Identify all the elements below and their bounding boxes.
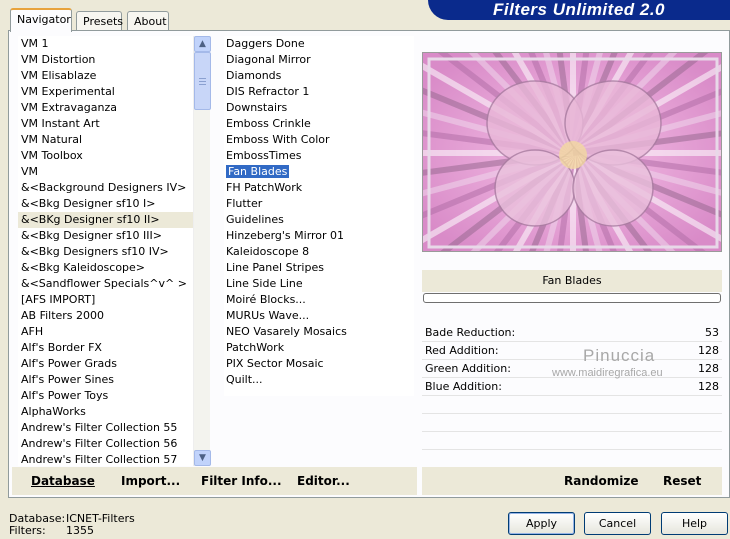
import-button[interactable]: Import... xyxy=(121,474,180,488)
category-item[interactable]: &<Bkg Designer sf10 III> xyxy=(18,228,193,244)
filter-item[interactable]: Quilt... xyxy=(224,372,414,388)
category-item[interactable]: Andrew's Filter Collection 55 xyxy=(18,420,193,436)
category-scrollbar[interactable]: ▲ ▼ xyxy=(193,36,211,466)
param-blue-addition[interactable]: Blue Addition: 128 xyxy=(422,378,722,396)
parameter-list: Bade Reduction: 53 Red Addition: 128 Green… xyxy=(422,324,722,468)
filter-item[interactable]: Emboss Crinkle xyxy=(224,116,414,132)
apply-button[interactable]: Apply xyxy=(508,512,575,535)
filter-item[interactable]: NEO Vasarely Mosaics xyxy=(224,324,414,340)
param-bade-reduction[interactable]: Bade Reduction: 53 xyxy=(422,324,722,342)
filter-item[interactable]: DIS Refractor 1 xyxy=(224,84,414,100)
filters-count-value: 1355 xyxy=(66,524,94,537)
category-item[interactable]: Alf's Border FX xyxy=(18,340,193,356)
database-button[interactable]: Database xyxy=(31,474,95,488)
watermark-url: www.maidiregrafica.eu xyxy=(552,367,663,379)
category-item[interactable]: &<Bkg Designers sf10 IV> xyxy=(18,244,193,260)
category-item[interactable]: VM Extravaganza xyxy=(18,100,193,116)
category-item[interactable]: VM Toolbox xyxy=(18,148,193,164)
category-list[interactable]: VM 1 VM Distortion VM Elisablaze VM Experim… xyxy=(18,36,193,466)
category-item[interactable]: &<Sandflower Specials^v^ > xyxy=(18,276,193,292)
scroll-thumb[interactable] xyxy=(194,52,211,110)
category-item[interactable]: &<Bkg Kaleidoscope> xyxy=(18,260,193,276)
filter-item[interactable]: Diamonds xyxy=(224,68,414,84)
filter-item[interactable]: Flutter xyxy=(224,196,414,212)
progress-bar xyxy=(423,293,721,303)
filter-item[interactable]: Kaleidoscope 8 xyxy=(224,244,414,260)
selected-filter-title: Fan Blades xyxy=(422,270,722,292)
filter-item[interactable]: Fan Blades xyxy=(224,164,414,180)
filter-item[interactable]: Hinzeberg's Mirror 01 xyxy=(224,228,414,244)
filter-item[interactable]: Line Side Line xyxy=(224,276,414,292)
scroll-up-button[interactable]: ▲ xyxy=(194,36,211,52)
filter-item[interactable]: Line Panel Stripes xyxy=(224,260,414,276)
randomize-button[interactable]: Randomize xyxy=(564,474,638,488)
category-item[interactable]: Alf's Power Sines xyxy=(18,372,193,388)
filter-item[interactable]: PatchWork xyxy=(224,340,414,356)
filter-item[interactable]: PIX Sector Mosaic xyxy=(224,356,414,372)
category-item[interactable]: VM 1 xyxy=(18,36,193,52)
filter-item[interactable]: Emboss With Color xyxy=(224,132,414,148)
category-item[interactable]: [AFS IMPORT] xyxy=(18,292,193,308)
watermark-name: Pinuccia xyxy=(583,346,656,365)
filter-item[interactable]: MURUs Wave... xyxy=(224,308,414,324)
filter-item[interactable]: Guidelines xyxy=(224,212,414,228)
filter-item[interactable]: EmbossTimes xyxy=(224,148,414,164)
filter-item[interactable]: FH PatchWork xyxy=(224,180,414,196)
filter-item[interactable]: Daggers Done xyxy=(224,36,414,52)
reset-button[interactable]: Reset xyxy=(663,474,701,488)
filter-item[interactable]: Diagonal Mirror xyxy=(224,52,414,68)
filter-item[interactable]: Moiré Blocks... xyxy=(224,292,414,308)
filter-item[interactable]: Downstairs xyxy=(224,100,414,116)
category-item[interactable]: Alf's Power Toys xyxy=(18,388,193,404)
category-item[interactable]: VM Natural xyxy=(18,132,193,148)
category-item[interactable]: Andrew's Filter Collection 57 xyxy=(18,452,193,466)
filter-list[interactable]: Daggers Done Diagonal Mirror Diamonds DIS R… xyxy=(224,36,414,396)
category-item[interactable]: VM xyxy=(18,164,193,180)
category-item[interactable]: &<BKg Designer sf10 II> xyxy=(18,212,193,228)
category-item[interactable]: AB Filters 2000 xyxy=(18,308,193,324)
category-item[interactable]: Andrew's Filter Collection 56 xyxy=(18,436,193,452)
filter-info-button[interactable]: Filter Info... xyxy=(201,474,282,488)
category-item[interactable]: AlphaWorks xyxy=(18,404,193,420)
category-item[interactable]: &<Background Designers IV> xyxy=(18,180,193,196)
param-red-addition[interactable]: Red Addition: 128 xyxy=(422,342,722,360)
category-item[interactable]: VM Experimental xyxy=(18,84,193,100)
help-button[interactable]: Help xyxy=(661,512,728,535)
filters-count-label: Filters: xyxy=(9,524,46,537)
cancel-button[interactable]: Cancel xyxy=(584,512,651,535)
category-item[interactable]: VM Distortion xyxy=(18,52,193,68)
category-item[interactable]: VM Instant Art xyxy=(18,116,193,132)
category-item[interactable]: &<Bkg Designer sf10 I> xyxy=(18,196,193,212)
scroll-down-button[interactable]: ▼ xyxy=(194,450,211,466)
filter-preview-image xyxy=(422,52,722,252)
editor-button[interactable]: Editor... xyxy=(297,474,350,488)
category-item[interactable]: Alf's Power Grads xyxy=(18,356,193,372)
category-item[interactable]: AFH xyxy=(18,324,193,340)
category-item[interactable]: VM Elisablaze xyxy=(18,68,193,84)
